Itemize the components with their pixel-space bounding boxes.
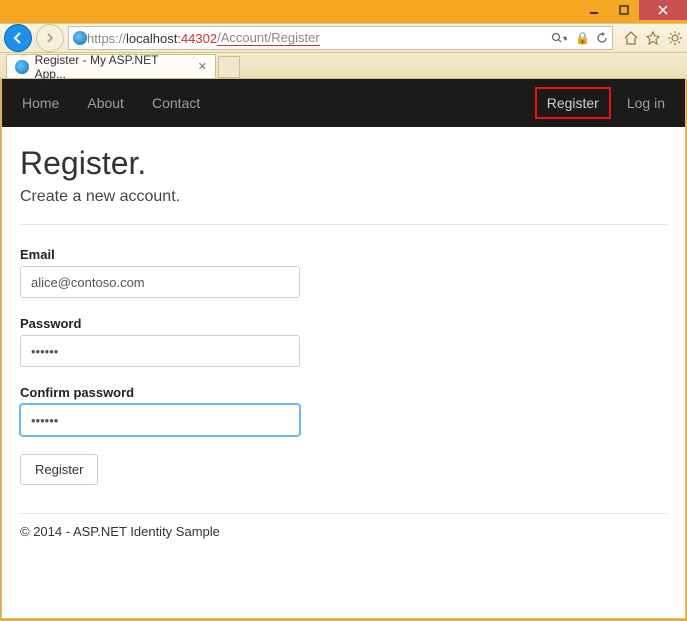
lock-icon: 🔒 [575, 31, 590, 45]
new-tab-button[interactable] [218, 56, 240, 78]
refresh-button[interactable] [596, 32, 608, 44]
register-button[interactable]: Register [20, 454, 98, 485]
ie-favicon-icon [73, 31, 87, 45]
svg-text:▾: ▾ [563, 34, 567, 43]
password-field[interactable] [20, 335, 300, 367]
nav-register[interactable]: Register [535, 87, 611, 119]
settings-gear-icon[interactable] [667, 30, 683, 46]
address-bar[interactable]: https://localhost:44302/Account/Register… [68, 26, 613, 50]
site-navbar: Home About Contact Register Log in [2, 79, 685, 127]
copyright-text: © 2014 - ASP.NET Identity Sample [20, 524, 667, 539]
back-button[interactable] [4, 24, 32, 52]
divider [20, 224, 667, 225]
page-footer: © 2014 - ASP.NET Identity Sample [20, 513, 667, 539]
window-minimize-button[interactable] [579, 0, 609, 20]
page-subtitle: Create a new account. [20, 188, 667, 206]
forward-button[interactable] [36, 24, 64, 52]
nav-home[interactable]: Home [22, 95, 59, 111]
close-tab-icon[interactable]: ✕ [198, 60, 207, 73]
email-field[interactable] [20, 266, 300, 298]
tab-favicon-icon [15, 60, 29, 74]
search-dropdown-icon[interactable]: ▾ [551, 32, 569, 44]
nav-login[interactable]: Log in [627, 95, 665, 111]
url-port: :44302 [177, 31, 217, 46]
browser-chrome-buttons [623, 30, 683, 46]
window-close-button[interactable] [639, 0, 687, 20]
url-protocol: https:// [87, 31, 126, 46]
address-bar-tools: ▾ 🔒 [551, 31, 608, 45]
window-maximize-button[interactable] [609, 0, 639, 20]
nav-about[interactable]: About [87, 95, 124, 111]
footer-divider [20, 513, 667, 514]
home-icon[interactable] [623, 30, 639, 46]
nav-contact[interactable]: Contact [152, 95, 200, 111]
window-titlebar [0, 0, 687, 23]
page-content: Register. Create a new account. Email Pa… [2, 127, 685, 549]
browser-toolbar: https://localhost:44302/Account/Register… [0, 23, 687, 53]
favorites-icon[interactable] [645, 30, 661, 46]
page-title: Register. [20, 145, 667, 182]
url-host: localhost [126, 31, 177, 46]
tab-strip: Register - My ASP.NET App... ✕ [0, 53, 687, 79]
page-viewport: Home About Contact Register Log in Regis… [1, 79, 686, 619]
password-label: Password [20, 316, 667, 331]
confirm-password-label: Confirm password [20, 385, 667, 400]
browser-tab[interactable]: Register - My ASP.NET App... ✕ [6, 54, 216, 78]
tab-title: Register - My ASP.NET App... [35, 53, 188, 81]
confirm-password-field[interactable] [20, 404, 300, 436]
url-path: /Account/Register [217, 30, 320, 46]
email-label: Email [20, 247, 667, 262]
